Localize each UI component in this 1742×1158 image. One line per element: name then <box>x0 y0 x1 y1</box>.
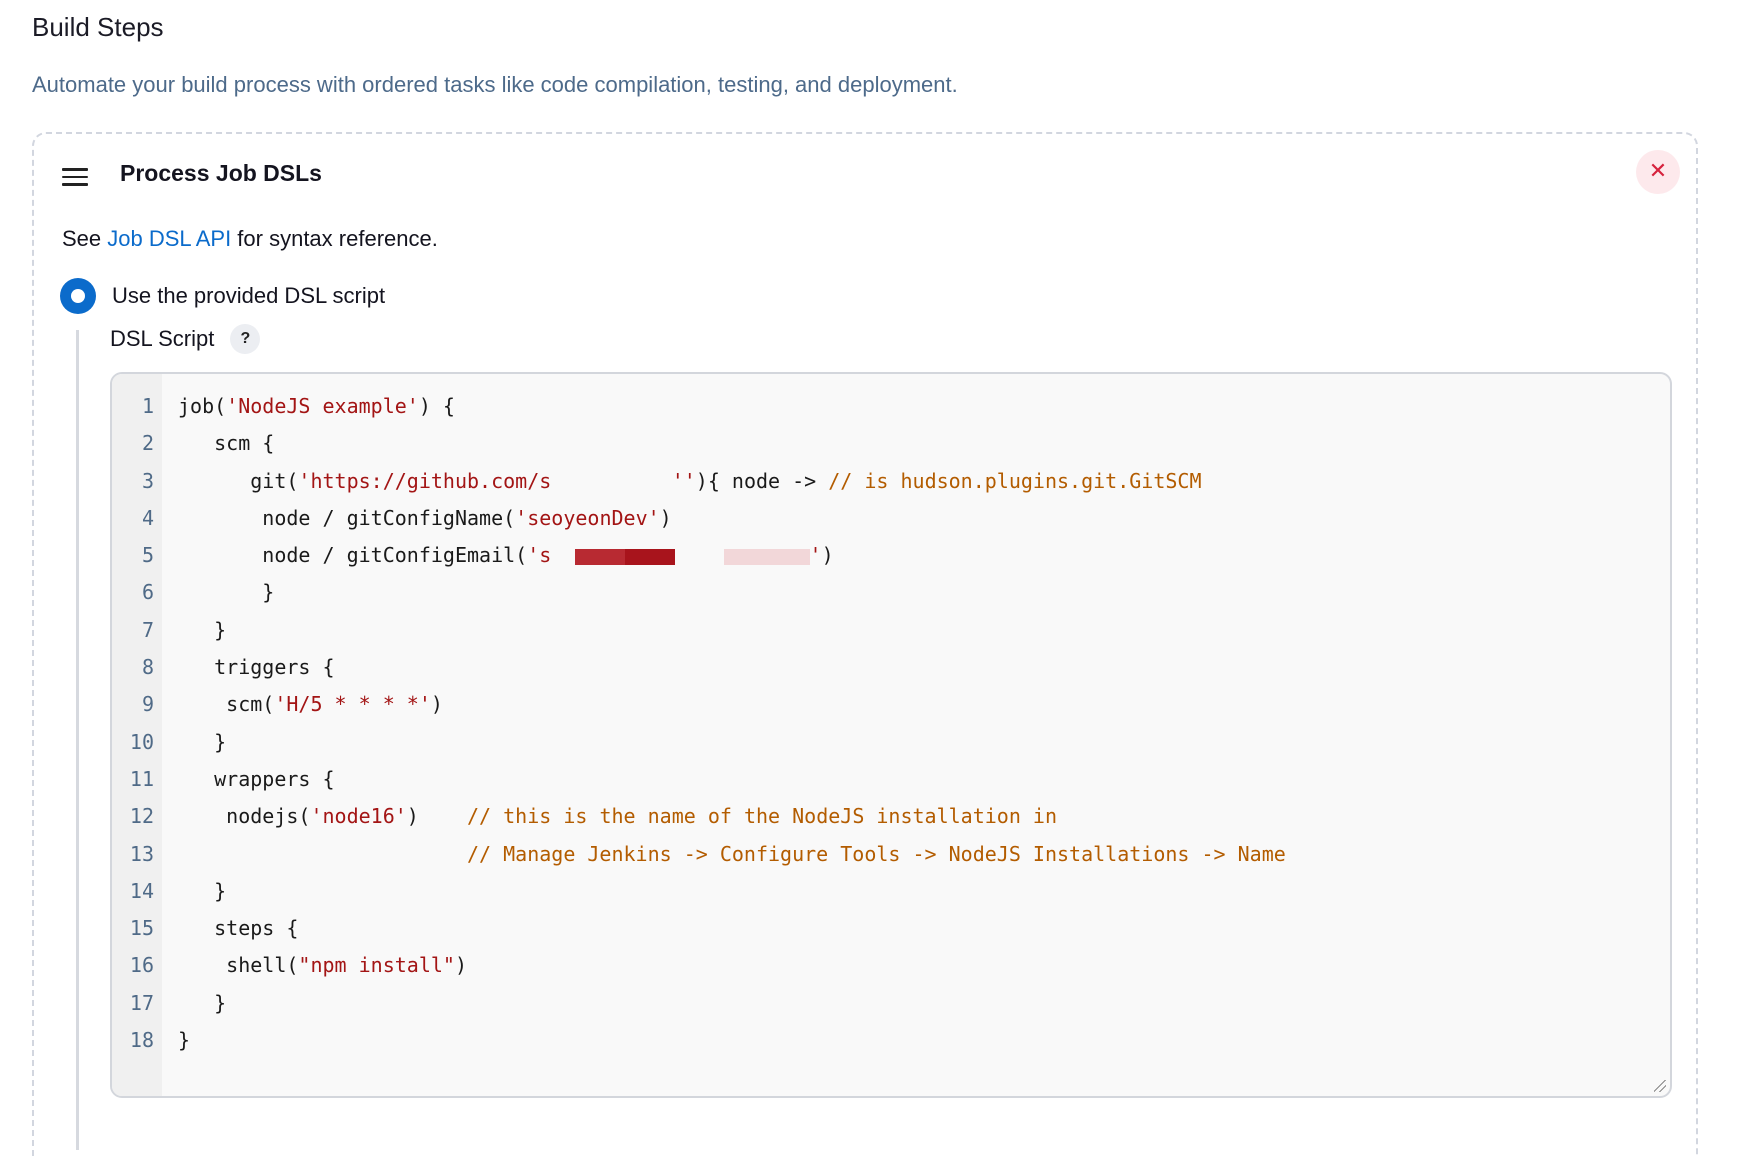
dsl-script-label: DSL Script ? <box>110 324 261 354</box>
code-line: scm { <box>178 425 1660 462</box>
code-token: } <box>178 617 227 642</box>
code-line: steps { <box>178 910 1660 947</box>
code-token: ) <box>454 953 468 978</box>
code-token: ) <box>430 692 443 717</box>
code-token: node / gitConfigEmail( <box>178 543 528 568</box>
code-line: // Manage Jenkins -> Configure Tools -> … <box>178 836 1660 873</box>
line-number: 18 <box>129 1028 154 1053</box>
code-string: 'https://github.com/s '' <box>298 468 696 493</box>
code-token: } <box>178 878 227 903</box>
code-line: node / gitConfigEmail('s ') <box>178 537 1660 574</box>
line-number: 10 <box>129 729 154 754</box>
line-number: 11 <box>129 766 154 791</box>
code-token: scm { <box>178 431 275 456</box>
nested-section-bar <box>76 330 79 1150</box>
code-line: node / gitConfigName('seoyeonDev') <box>178 500 1660 537</box>
line-number: 5 <box>141 543 154 568</box>
code-token: scm( <box>178 692 275 717</box>
dsl-script-editor[interactable]: 1 2 3 4 5 6 7 8 9 10 11 12 13 14 15 16 17 18 job('NodeJS … <box>110 372 1672 1098</box>
code-token: node / gitConfigName( <box>178 505 516 530</box>
code-line: nodejs('node16') // this is the name of … <box>178 798 1660 835</box>
code-comment: // this is the name of the NodeJS instal… <box>467 804 1058 829</box>
code-token: steps { <box>178 916 299 941</box>
drag-handle-icon[interactable] <box>62 168 88 186</box>
build-step-card: Process Job DSLs ✕ See Job DSL API for s… <box>32 132 1698 1158</box>
redacted-text <box>575 548 676 565</box>
radio-label: Use the provided DSL script <box>112 283 386 308</box>
code-comment: // Manage Jenkins -> Configure Tools -> … <box>466 841 1286 866</box>
code-token: job( <box>178 394 227 418</box>
line-number: 15 <box>129 916 154 941</box>
redacted-text <box>723 548 810 565</box>
code-area[interactable]: job('NodeJS example') { scm { git('https… <box>178 388 1660 1059</box>
line-number: 1 <box>141 394 154 418</box>
line-number: 13 <box>129 841 154 866</box>
code-token: ) <box>821 543 834 568</box>
code-line: triggers { <box>178 649 1660 686</box>
code-string: "npm install" <box>298 953 455 978</box>
code-line: shell("npm install") <box>178 947 1660 984</box>
code-string: ' <box>809 543 822 568</box>
code-token: ){ node -> <box>695 468 829 493</box>
resize-handle-icon[interactable] <box>1654 1080 1666 1092</box>
dsl-script-option[interactable]: Use the provided DSL script <box>60 278 385 314</box>
line-number: 4 <box>141 505 154 530</box>
section-title: Build Steps <box>32 12 164 42</box>
code-token: triggers { <box>178 655 335 680</box>
step-title: Process Job DSLs <box>120 160 322 186</box>
line-number: 2 <box>141 431 154 456</box>
reference-prefix: See <box>62 226 108 251</box>
code-token: ) { <box>418 394 455 418</box>
code-line: } <box>178 873 1660 910</box>
field-label-text: DSL Script <box>110 326 215 351</box>
help-icon[interactable]: ? <box>230 324 261 354</box>
code-string: 'node16' <box>310 804 407 829</box>
line-number: 6 <box>141 580 154 605</box>
line-number: 9 <box>141 692 154 717</box>
code-token: } <box>178 990 227 1015</box>
code-line: } <box>178 574 1660 611</box>
code-token: } <box>178 580 275 605</box>
code-token: } <box>178 729 227 754</box>
code-token: wrappers { <box>178 766 335 791</box>
reference-suffix: for syntax reference. <box>231 226 438 251</box>
section-description: Automate your build process with ordered… <box>32 72 958 97</box>
code-token: shell( <box>178 953 299 978</box>
line-number: 14 <box>129 878 154 903</box>
code-comment: // is hudson.plugins.git.GitSCM <box>828 468 1202 493</box>
code-token: git( <box>178 468 299 493</box>
line-number: 3 <box>141 468 154 493</box>
code-line: } <box>178 1022 1660 1059</box>
line-number: 16 <box>129 953 154 978</box>
line-number: 7 <box>141 617 154 642</box>
code-line: } <box>178 724 1660 761</box>
syntax-reference: See Job DSL API for syntax reference. <box>62 226 438 252</box>
job-dsl-api-link[interactable]: Job DSL API <box>107 226 231 251</box>
line-number-gutter: 1 2 3 4 5 6 7 8 9 10 11 12 13 14 15 16 17 18 <box>112 374 162 1096</box>
close-button[interactable]: ✕ <box>1636 150 1680 194</box>
line-number: 8 <box>141 655 154 680</box>
code-line: } <box>178 612 1660 649</box>
radio-selected-icon[interactable] <box>60 278 96 314</box>
code-token: nodejs( <box>178 804 311 829</box>
line-number: 12 <box>129 804 154 829</box>
code-line: scm('H/5 * * * *') <box>178 686 1660 723</box>
line-number: 17 <box>129 990 154 1015</box>
code-string: 'H/5 * * * *' <box>274 692 431 717</box>
code-line: git('https://github.com/s ''){ node -> /… <box>178 463 1660 500</box>
code-string: 'NodeJS example' <box>226 394 419 418</box>
code-token: } <box>178 1028 191 1053</box>
code-line: job('NodeJS example') { <box>178 388 1660 425</box>
code-string: 's <box>527 543 576 568</box>
code-line: wrappers { <box>178 761 1660 798</box>
code-token: ) <box>659 505 672 530</box>
code-token: ) <box>406 804 467 829</box>
code-line: } <box>178 985 1660 1022</box>
code-string: 'seoyeonDev' <box>515 505 660 530</box>
